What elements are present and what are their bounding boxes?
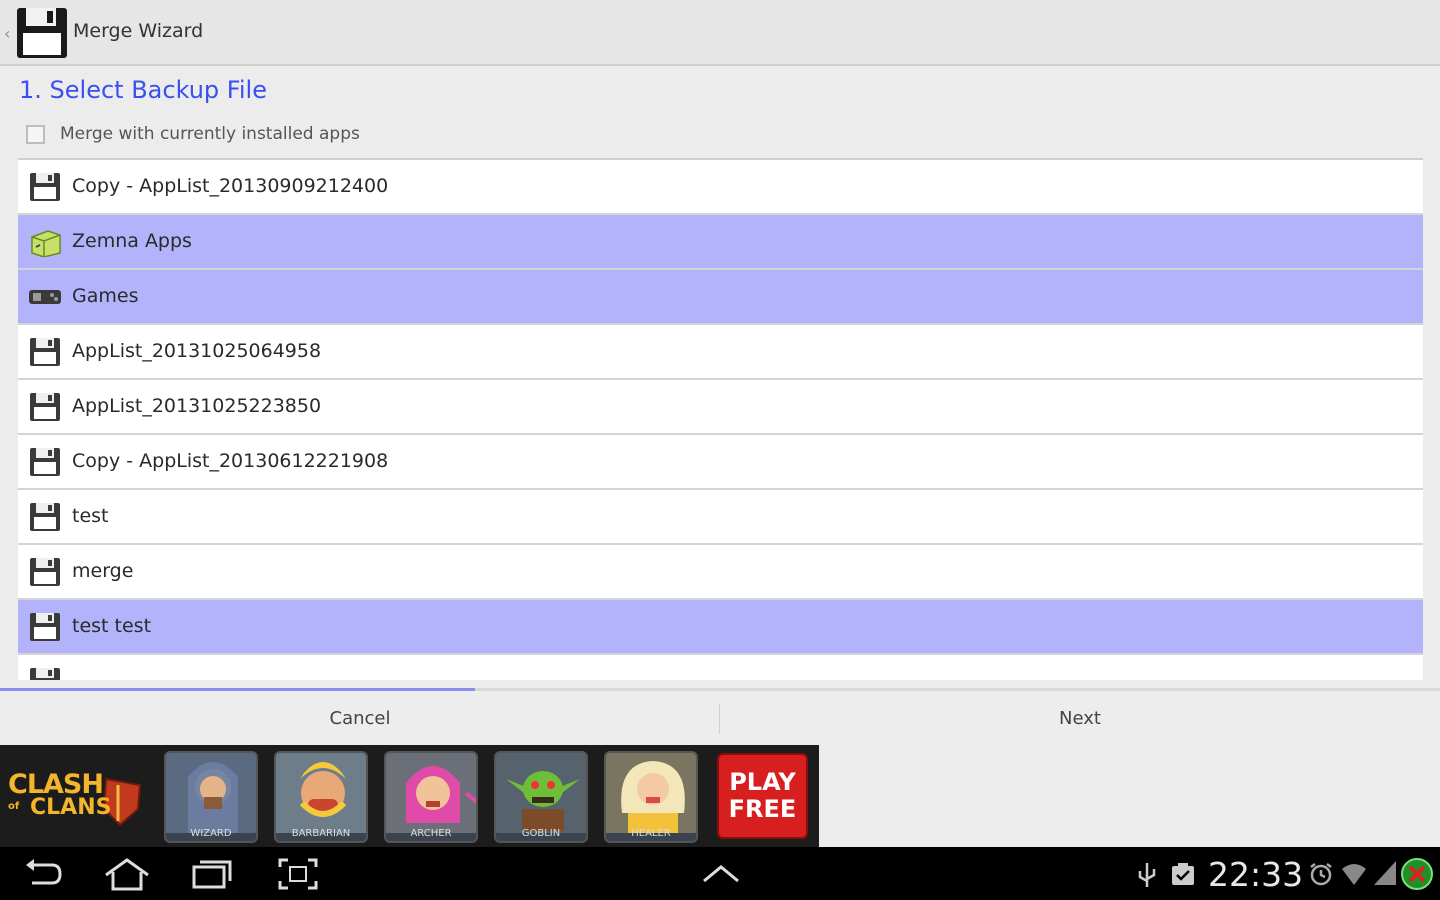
play-free-button[interactable]: PLAY FREE <box>717 753 808 839</box>
list-item-label: test test <box>72 615 152 637</box>
list-item[interactable]: AppList_20131025223850 <box>18 380 1423 435</box>
close-circle-icon[interactable] <box>1400 857 1434 891</box>
wifi-icon <box>1342 864 1366 885</box>
hero-label: BARBARIAN <box>291 828 351 839</box>
list-item[interactable] <box>18 655 1423 680</box>
button-divider <box>719 704 720 734</box>
list-item[interactable]: Copy - AppList_20130909212400 <box>18 160 1423 215</box>
list-item[interactable]: Zemna Apps <box>18 215 1423 270</box>
hero-label: WIZARD <box>190 828 232 839</box>
play-free-line1: PLAY <box>729 768 796 796</box>
gamepad-icon <box>28 282 62 312</box>
hero-card-barbarian: BARBARIAN <box>274 751 368 843</box>
list-item[interactable]: test <box>18 490 1423 545</box>
usb-icon <box>1138 863 1156 887</box>
list-item-label: Copy - AppList_20130909212400 <box>72 175 389 197</box>
hero-card-healer: HEALER <box>604 751 698 843</box>
button-bar: Cancel Next <box>0 691 1440 745</box>
floppy-disk-icon <box>28 392 62 422</box>
floppy-disk-icon <box>28 612 62 642</box>
list-item-label: AppList_20131025223850 <box>72 395 322 417</box>
app-title: Merge Wizard <box>73 20 204 42</box>
archer-icon <box>386 753 476 833</box>
hero-label: ARCHER <box>410 828 452 839</box>
list-item[interactable]: Games <box>18 270 1423 325</box>
screen: ‹ Merge Wizard 1. Select Backup File Mer… <box>0 0 1440 900</box>
list-item[interactable]: merge <box>18 545 1423 600</box>
healer-icon <box>606 753 696 833</box>
wizard-icon <box>166 753 256 833</box>
chevron-left-icon[interactable]: ‹ <box>4 24 10 43</box>
list-item-label: Games <box>72 285 139 307</box>
list-item-label: test <box>72 505 109 527</box>
ad-logo-subtitle: CLANS <box>30 795 112 820</box>
screenshot-icon[interactable] <box>276 857 320 891</box>
floppy-disk-icon <box>28 337 62 367</box>
ad-banner[interactable]: CLASH of CLANS WIZARD BARBARIAN ARCHER G… <box>0 745 819 847</box>
clipboard-check-icon <box>1172 863 1194 885</box>
cancel-button[interactable]: Cancel <box>0 691 720 745</box>
next-button[interactable]: Next <box>720 691 1440 745</box>
wizard-content: 1. Select Backup File Merge with current… <box>0 68 1440 691</box>
ad-logo-of: of <box>8 801 20 812</box>
hero-label: HEALER <box>631 828 671 839</box>
app-package-icon <box>28 227 62 258</box>
merge-checkbox[interactable] <box>26 124 45 144</box>
floppy-disk-icon[interactable] <box>14 5 70 61</box>
list-item[interactable]: test test <box>18 600 1423 655</box>
floppy-disk-icon <box>28 667 62 680</box>
backup-file-list[interactable]: Copy - AppList_20130909212400 Zemna Apps G… <box>18 158 1423 680</box>
floppy-disk-icon <box>28 172 62 202</box>
goblin-icon <box>496 753 586 833</box>
list-item[interactable]: AppList_20131025064958 <box>18 325 1423 380</box>
list-item-label: Copy - AppList_20130612221908 <box>72 450 389 472</box>
action-bar: ‹ Merge Wizard <box>0 0 1440 66</box>
list-item-label: AppList_20131025064958 <box>72 340 322 362</box>
system-bar: 22:33 <box>0 847 1440 900</box>
floppy-disk-icon <box>28 502 62 532</box>
clock: 22:33 <box>1208 855 1304 894</box>
hero-card-wizard: WIZARD <box>164 751 258 843</box>
back-icon[interactable] <box>22 857 66 891</box>
floppy-disk-icon <box>28 557 62 587</box>
step-title: 1. Select Backup File <box>19 76 267 104</box>
list-item-label: Zemna Apps <box>72 230 192 252</box>
barbarian-icon <box>276 753 366 833</box>
hero-label: GOBLIN <box>521 828 561 839</box>
merge-option[interactable]: Merge with currently installed apps <box>26 124 360 144</box>
play-free-line2: FREE <box>728 795 797 823</box>
ad-filler <box>819 745 1440 847</box>
floppy-disk-icon <box>28 447 62 477</box>
home-icon[interactable] <box>102 857 152 891</box>
hero-card-archer: ARCHER <box>384 751 478 843</box>
recent-apps-icon[interactable] <box>188 857 234 891</box>
hero-card-goblin: GOBLIN <box>494 751 588 843</box>
alarm-icon <box>1310 863 1332 886</box>
chevron-up-icon[interactable] <box>700 861 742 885</box>
merge-checkbox-label: Merge with currently installed apps <box>60 124 360 144</box>
signal-icon <box>1374 861 1396 885</box>
list-item[interactable]: Copy - AppList_20130612221908 <box>18 435 1423 490</box>
list-item-label: merge <box>72 560 134 582</box>
